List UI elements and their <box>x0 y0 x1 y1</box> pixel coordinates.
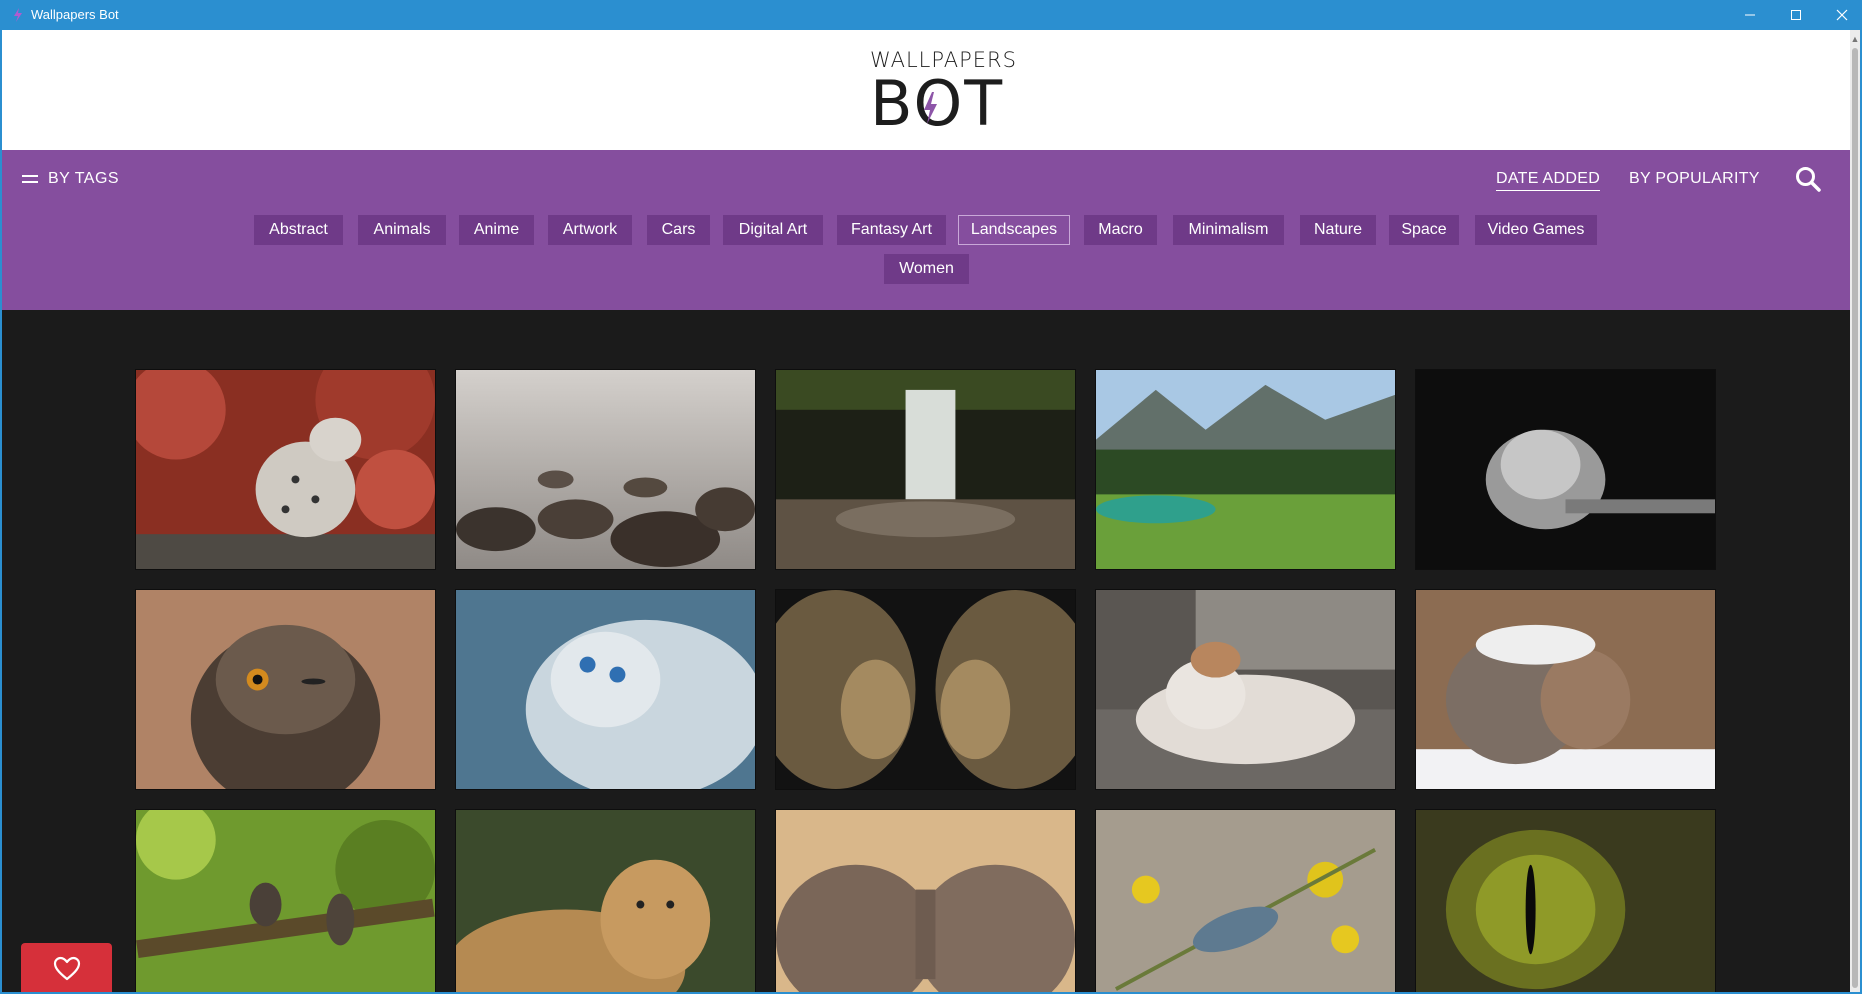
resting-cat-image <box>1096 590 1395 789</box>
wallpaper-thumbnail[interactable] <box>455 589 756 790</box>
tag-abstract[interactable]: Abstract <box>254 215 343 245</box>
tag-cars[interactable]: Cars <box>647 215 710 245</box>
wallpaper-grid <box>2 310 1850 992</box>
cheetah-image <box>456 810 755 992</box>
vertical-scrollbar[interactable]: ▲ <box>1850 30 1860 992</box>
navigation-bar: BY TAGS DATE ADDED BY POPULARITY Abstrac… <box>2 150 1850 310</box>
wallpaper-thumbnail[interactable] <box>775 589 1076 790</box>
heart-icon <box>53 956 80 980</box>
tag-nature[interactable]: Nature <box>1300 215 1376 245</box>
birds-on-branch-image <box>136 810 435 992</box>
lightning-bolt-icon <box>924 92 937 124</box>
white-kitten-image <box>456 590 755 789</box>
sort-by-popularity-tab[interactable]: BY POPULARITY <box>1629 170 1760 188</box>
window-titlebar: Wallpapers Bot <box>0 0 1862 30</box>
tag-animals[interactable]: Animals <box>358 215 446 245</box>
logo-main-text: BOT <box>870 72 1002 136</box>
wallpaper-thumbnail[interactable] <box>1415 369 1716 570</box>
snow-leopard-image <box>136 370 435 569</box>
wallpaper-thumbnail[interactable] <box>775 809 1076 992</box>
tag-anime[interactable]: Anime <box>459 215 534 245</box>
window-title: Wallpapers Bot <box>31 7 119 22</box>
wallpaper-thumbnail[interactable] <box>1095 589 1396 790</box>
elephants-image <box>776 810 1075 992</box>
wallpaper-thumbnail[interactable] <box>1095 809 1396 992</box>
blue-bird-image <box>1096 810 1395 992</box>
tag-women[interactable]: Women <box>884 254 969 284</box>
app-logo[interactable]: WALLPAPERS BOT <box>870 48 1016 146</box>
wallpaper-thumbnail[interactable] <box>1415 809 1716 992</box>
tag-minimalism[interactable]: Minimalism <box>1173 215 1284 245</box>
tag-fantasy-art[interactable]: Fantasy Art <box>837 215 946 245</box>
search-icon[interactable] <box>1795 166 1821 192</box>
mirrored-lions-image <box>776 590 1075 789</box>
wallpaper-thumbnail[interactable] <box>1415 589 1716 790</box>
wallpaper-thumbnail[interactable] <box>135 809 436 992</box>
by-tags-label: BY TAGS <box>48 170 120 187</box>
waterfall-image <box>776 370 1075 569</box>
misty-rocks-image <box>456 370 755 569</box>
owl-image <box>136 590 435 789</box>
wallpaper-thumbnail[interactable] <box>455 809 756 992</box>
hamburger-menu-icon <box>22 173 38 185</box>
maximize-button[interactable] <box>1773 0 1819 30</box>
sort-date-added-tab[interactable]: DATE ADDED <box>1496 170 1601 191</box>
app-header: WALLPAPERS BOT <box>2 30 1850 150</box>
tag-artwork[interactable]: Artwork <box>548 215 632 245</box>
scrollbar-thumb[interactable] <box>1852 48 1858 988</box>
tag-digital-art[interactable]: Digital Art <box>723 215 823 245</box>
maximize-icon <box>1791 10 1801 20</box>
bw-cat-image <box>1416 370 1715 569</box>
tag-macro[interactable]: Macro <box>1084 215 1157 245</box>
tag-video-games[interactable]: Video Games <box>1475 215 1597 245</box>
mountain-lake-image <box>1096 370 1395 569</box>
minimize-icon <box>1745 14 1755 16</box>
close-button[interactable] <box>1819 0 1862 30</box>
close-icon <box>1836 9 1848 21</box>
tag-space[interactable]: Space <box>1389 215 1459 245</box>
by-tags-button[interactable]: BY TAGS <box>22 170 119 188</box>
minimize-button[interactable] <box>1727 0 1773 30</box>
wallpaper-thumbnail[interactable] <box>775 369 1076 570</box>
scroll-up-icon[interactable]: ▲ <box>1850 34 1860 44</box>
tag-landscapes[interactable]: Landscapes <box>958 215 1070 245</box>
wallpaper-thumbnail[interactable] <box>455 369 756 570</box>
app-icon <box>14 8 22 22</box>
snowy-squirrel-image <box>1416 590 1715 789</box>
wallpaper-thumbnail[interactable] <box>135 369 436 570</box>
reptile-eye-image <box>1416 810 1715 992</box>
wallpaper-thumbnail[interactable] <box>135 589 436 790</box>
wallpaper-thumbnail[interactable] <box>1095 369 1396 570</box>
favorites-button[interactable] <box>21 943 112 994</box>
